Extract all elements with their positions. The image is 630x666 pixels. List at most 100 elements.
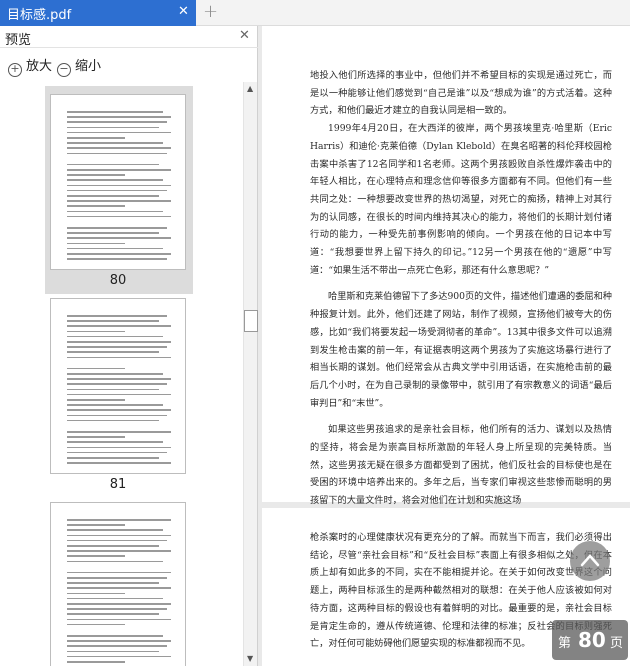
thumbnail-text-line xyxy=(67,529,163,531)
thumbnail-text-line xyxy=(67,613,159,615)
thumbnail-text-line xyxy=(67,335,163,338)
thumbnail-text-line xyxy=(67,346,167,348)
thumbnail-text-line xyxy=(67,378,171,380)
thumbnail-text-line xyxy=(67,555,125,557)
page-indicator-suffix: 页 xyxy=(610,636,624,651)
paragraph: 1999年4月20日，在大西洋的彼岸，两个男孩埃里克·哈里斯（Eric Harr… xyxy=(310,123,612,276)
thumbnail-text-line xyxy=(67,582,159,584)
page-indicator-prefix: 第 xyxy=(558,636,572,651)
chevron-up-icon xyxy=(580,554,600,567)
thumbnail-text-line xyxy=(67,325,171,327)
thumbnail-page-number: 80 xyxy=(109,273,127,288)
scrollbar-thumb[interactable] xyxy=(244,310,258,332)
sidebar-close-icon[interactable]: ✕ xyxy=(239,28,250,43)
thumbnail-text-line xyxy=(67,237,171,239)
thumbnail-text-line xyxy=(67,393,171,396)
thumbnail-text-line xyxy=(67,227,167,229)
thumbnail-text-line xyxy=(67,519,171,521)
thumbnail-text-line xyxy=(67,577,167,579)
thumbnail-text-line xyxy=(67,205,125,207)
thumbnail-text-line xyxy=(67,545,159,547)
page-thumbnail[interactable] xyxy=(50,502,186,666)
thumbnail-text-line xyxy=(67,169,171,171)
thumbnail-text-line xyxy=(67,242,125,245)
zoom-in-button[interactable]: + 放大 xyxy=(8,55,53,77)
tab-title: 目标感.pdf xyxy=(7,8,72,23)
scroll-down-icon[interactable]: ▼ xyxy=(247,654,253,663)
thumbnail-text-line xyxy=(67,587,171,589)
thumbnail-text-line xyxy=(67,232,159,234)
new-tab-icon[interactable]: + xyxy=(203,1,218,22)
thumbnail-text-line xyxy=(67,195,159,197)
thumbnail-text-line xyxy=(67,320,159,322)
sidebar-scrollbar[interactable]: ▲ ▼ xyxy=(243,82,258,666)
pdf-viewer-window: 目标感.pdf ✕ + 预览 ✕ + 放大 − 缩小 80 81 ▲ ▼ 地投入… xyxy=(0,0,630,666)
thumbnail-text-line xyxy=(67,446,171,449)
thumbnail-text-line xyxy=(67,247,163,250)
paragraph: 如果这些男孩追求的是亲社会目标，他们所有的活力、谋划以及热情的坚持，将会是为崇高… xyxy=(310,424,612,507)
thumbnail-text-line xyxy=(67,341,171,343)
thumbnail-text-line xyxy=(67,330,125,333)
thumbnail-text-line xyxy=(67,618,171,621)
zoom-out-button[interactable]: − 缩小 xyxy=(57,55,102,77)
thumbnail-text-line xyxy=(67,147,171,149)
document-tab[interactable]: 目标感.pdf ✕ xyxy=(0,0,196,26)
thumbnail-text-line xyxy=(67,635,163,637)
tab-close-icon[interactable]: ✕ xyxy=(178,4,189,19)
thumbnail-text-line xyxy=(67,121,167,123)
thumbnail-text-line xyxy=(67,603,171,605)
zoom-in-icon: + xyxy=(8,63,22,77)
thumbnail-text-line xyxy=(67,534,171,537)
thumbnail-text-line xyxy=(67,315,167,317)
thumbnail-text-line xyxy=(67,457,159,459)
thumbnail-text-line xyxy=(67,253,171,255)
thumbnail-text-line xyxy=(67,184,171,187)
thumbnail-text-line xyxy=(67,441,163,443)
thumbnail-text-line xyxy=(67,404,163,406)
sidebar-header: 预览 ✕ xyxy=(0,26,258,48)
thumbnail-text-line xyxy=(67,383,167,385)
zoom-out-icon: − xyxy=(57,63,71,77)
thumbnail-text-line xyxy=(67,436,125,438)
paragraph: 地投入他们所选择的事业中，但他们并不希望目标的实现是通过死亡，而是以一种能够让他… xyxy=(310,70,612,117)
thumbnail-text-line xyxy=(67,539,167,542)
thumbnail-text-line xyxy=(67,200,171,202)
thumbnail-text-line xyxy=(67,189,167,192)
thumbnail-text-line xyxy=(67,571,171,574)
scroll-to-top-button[interactable] xyxy=(570,541,610,581)
current-page-number: 80 xyxy=(578,628,606,652)
thumbnail-text-line xyxy=(67,142,163,144)
thumbnail-text-line xyxy=(67,367,125,370)
thumbnail-text-line xyxy=(67,126,159,129)
preview-sidebar: 预览 ✕ + 放大 − 缩小 80 81 ▲ ▼ xyxy=(0,26,258,666)
scroll-up-icon[interactable]: ▲ xyxy=(247,84,253,93)
page-text: 地投入他们所选择的事业中，但他们并不希望目标的实现是通过死亡，而是以一种能够让他… xyxy=(310,67,612,510)
thumbnail-text-line xyxy=(67,356,171,359)
thumbnail-text-line xyxy=(67,650,159,653)
thumbnail-text-line xyxy=(67,111,163,113)
thumbnail-text-line xyxy=(67,431,171,433)
thumbnail-text-line xyxy=(67,640,171,642)
zoom-in-label: 放大 xyxy=(26,59,53,74)
thumbnail-text-line xyxy=(67,174,125,176)
thumbnail-text-line xyxy=(67,419,159,422)
page-thumbnail[interactable] xyxy=(50,94,186,270)
thumbnail-text-line xyxy=(67,414,167,417)
thumbnail-text-line xyxy=(67,597,163,600)
thumbnail-list: 80 81 xyxy=(0,82,244,666)
thumbnail-text-line xyxy=(67,655,171,658)
thumbnail-text-line xyxy=(67,462,171,464)
paragraph: 哈里斯和克莱伯德留下了多达900页的文件，描述他们遭遇的委屈和种种报复计划。此外… xyxy=(310,291,612,409)
thumbnail-text-line xyxy=(67,388,159,391)
zoom-out-label: 缩小 xyxy=(75,59,102,74)
thumbnail-text-line xyxy=(67,524,125,526)
thumbnail-text-line xyxy=(67,399,125,401)
sidebar-title: 预览 xyxy=(5,33,32,48)
thumbnail-page-number: 81 xyxy=(109,477,127,492)
thumbnail-text-line xyxy=(67,179,163,181)
thumbnail-text-line xyxy=(67,131,171,134)
thumbnail-text-line xyxy=(67,661,125,663)
thumbnail-text-line xyxy=(67,645,167,647)
thumbnail-text-line xyxy=(67,116,171,118)
page-thumbnail[interactable] xyxy=(50,298,186,474)
